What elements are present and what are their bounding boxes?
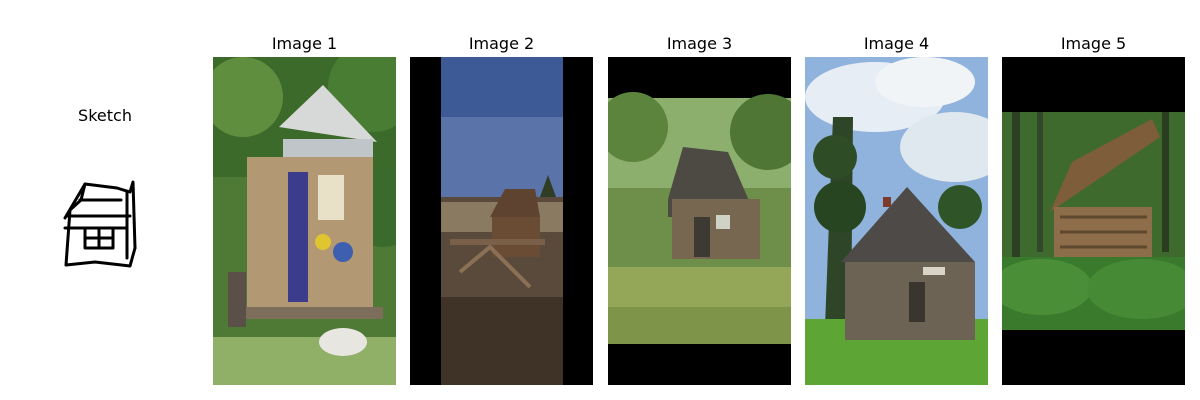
image-1-photo: [213, 57, 396, 385]
image-5-photo: [1002, 57, 1185, 385]
image-4-photo: [805, 57, 988, 385]
image-4-title: Image 4: [863, 34, 930, 53]
cabin-sketch-icon: [55, 170, 145, 270]
image-2-title: Image 2: [468, 34, 535, 53]
image-5-title: Image 5: [1060, 34, 1127, 53]
image-3-title: Image 3: [666, 34, 733, 53]
image-2-photo: [410, 57, 593, 385]
image-3-photo: [608, 57, 791, 385]
sketch-title: Sketch: [78, 106, 132, 125]
image-1-title: Image 1: [271, 34, 338, 53]
